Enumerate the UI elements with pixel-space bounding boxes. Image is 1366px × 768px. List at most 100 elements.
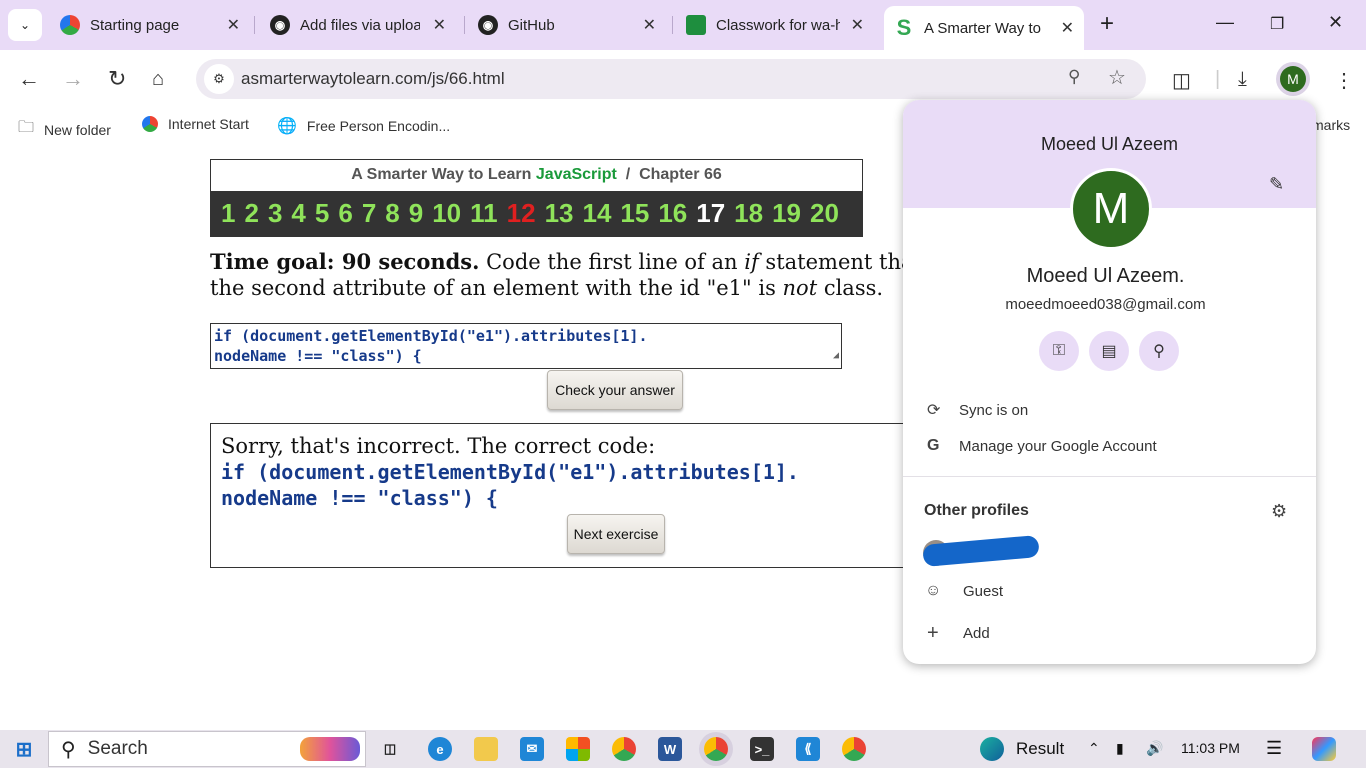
close-tab-icon[interactable]: ✕ (643, 15, 656, 35)
word-icon[interactable]: W (658, 737, 682, 761)
bookmark-internet-start[interactable]: Internet Start (142, 116, 249, 132)
tab-classwork[interactable]: Classwork for wa-h ✕ (686, 8, 864, 42)
chapter-link-4[interactable]: 4 (291, 198, 305, 229)
tab-separator (254, 16, 255, 34)
minimize-icon[interactable]: — (1216, 12, 1234, 33)
chapter-banner: A Smarter Way to Learn JavaScript / Chap… (210, 159, 863, 237)
address-bar[interactable]: ⚙ asmarterwaytolearn.com/js/66.html ⚲ ☆ (196, 59, 1146, 99)
addresses-pin-icon[interactable]: ⚲ (1139, 331, 1179, 371)
manage-account-row[interactable]: G Manage your Google Account (927, 437, 1157, 455)
chapter-link-16[interactable]: 16 (658, 198, 687, 229)
check-answer-button[interactable]: Check your answer (547, 370, 683, 410)
zoom-icon[interactable]: ⚲ (1068, 67, 1080, 87)
search-highlight-icon[interactable] (300, 737, 360, 761)
search-icon: ⚲ (61, 738, 76, 761)
toolbar-divider: | (1215, 68, 1221, 90)
site-info-icon[interactable]: ⚙ (204, 64, 234, 94)
tab-add-files[interactable]: ◉ Add files via upload ✕ (270, 8, 446, 42)
vscode-icon[interactable]: ⟪ (796, 737, 820, 761)
copilot-icon[interactable] (1312, 737, 1336, 761)
sync-icon: ⟳ (927, 402, 941, 419)
extensions-icon[interactable]: ◫ (1172, 68, 1191, 93)
close-tab-icon[interactable]: ✕ (227, 15, 240, 35)
answer-textarea[interactable]: if (document.getElementById("e1").attrib… (210, 323, 842, 369)
store-icon[interactable] (566, 737, 590, 761)
restore-icon[interactable]: ❐ (1270, 14, 1284, 34)
back-icon[interactable]: ← (18, 66, 40, 92)
weather-text[interactable]: Result (1016, 739, 1064, 759)
chapter-link-12[interactable]: 12 (507, 198, 536, 229)
close-tab-icon[interactable]: ✕ (1061, 18, 1074, 38)
download-icon[interactable]: ⤓ (1238, 68, 1247, 91)
close-window-icon[interactable]: ✕ (1328, 12, 1343, 33)
chapter-link-7[interactable]: 7 (362, 198, 376, 229)
chapter-link-2[interactable]: 2 (244, 198, 258, 229)
chapter-link-20[interactable]: 20 (810, 198, 839, 229)
tab-github[interactable]: ◉ GitHub ✕ (478, 8, 656, 42)
tab-smarter-way[interactable]: S A Smarter Way to ✕ (884, 6, 1084, 50)
close-tab-icon[interactable]: ✕ (851, 15, 864, 35)
chapter-link-10[interactable]: 10 (432, 198, 461, 229)
clock[interactable]: 11:03 PM (1181, 740, 1240, 756)
notifications-icon[interactable]: ☰ (1266, 738, 1282, 759)
bookmark-free-person[interactable]: 🌐 Free Person Encodin... (277, 116, 450, 136)
edit-pencil-icon[interactable]: ✎ (1269, 174, 1284, 195)
chapter-link-18[interactable]: 18 (734, 198, 763, 229)
chapter-link-6[interactable]: 6 (338, 198, 352, 229)
bookmark-new-folder[interactable]: 🗀 New folder (18, 116, 111, 143)
profile-menu: Moeed Ul Azeem ✎ M Moeed Ul Azeem. moeed… (903, 100, 1316, 664)
all-bookmarks[interactable]: marks (1312, 117, 1350, 133)
reload-icon[interactable]: ↻ (108, 66, 126, 92)
home-icon[interactable]: ⌂ (152, 68, 164, 91)
task-view-icon[interactable]: ◫ (378, 737, 402, 761)
volume-icon[interactable]: 🔊 (1146, 740, 1163, 757)
bookmark-star-icon[interactable]: ☆ (1108, 65, 1126, 90)
file-explorer-icon[interactable] (474, 737, 498, 761)
url-text[interactable]: asmarterwaytolearn.com/js/66.html (241, 69, 505, 89)
chapter-link-19[interactable]: 19 (772, 198, 801, 229)
globe-icon: 🌐 (277, 118, 297, 135)
chapter-link-14[interactable]: 14 (582, 198, 611, 229)
tab-starting-page[interactable]: Starting page ✕ (60, 8, 240, 42)
chapter-link-1[interactable]: 1 (221, 198, 235, 229)
profile-name: Moeed Ul Azeem (1040, 134, 1179, 154)
battery-icon[interactable]: ▮ (1116, 740, 1124, 757)
chapter-link-9[interactable]: 9 (409, 198, 423, 229)
chapter-link-3[interactable]: 3 (268, 198, 282, 229)
chapter-link-15[interactable]: 15 (620, 198, 649, 229)
profile-avatar-button[interactable]: M (1280, 66, 1306, 92)
chrome-icon[interactable] (842, 737, 866, 761)
weather-icon[interactable] (980, 737, 1004, 761)
add-profile-row[interactable]: + Add (927, 622, 990, 645)
account-full-name: Moeed Ul Azeem. (1026, 265, 1185, 287)
edge-icon[interactable]: e (428, 737, 452, 761)
passwords-key-icon[interactable]: ⚿ (1039, 331, 1079, 371)
next-exercise-button[interactable]: Next exercise (567, 514, 665, 554)
payment-card-icon[interactable]: ▤ (1089, 331, 1129, 371)
chapter-link-8[interactable]: 8 (385, 198, 399, 229)
chevron-up-icon[interactable]: ⌃ (1088, 740, 1100, 757)
sync-row[interactable]: ⟳ Sync is on (927, 400, 1028, 420)
tab-separator (464, 16, 465, 34)
chrome-active-icon[interactable] (704, 737, 728, 761)
banner-title: A Smarter Way to Learn JavaScript / Chap… (351, 166, 722, 183)
resize-handle-icon[interactable]: ◢ (833, 346, 839, 366)
tab-search-button[interactable]: ⌄ (8, 9, 42, 41)
chapter-link-11[interactable]: 11 (470, 198, 498, 229)
guest-row[interactable]: ☺ Guest (925, 582, 1003, 600)
chapter-link-13[interactable]: 13 (545, 198, 574, 229)
chapter-link-17[interactable]: 17 (696, 198, 725, 229)
plus-icon: + (927, 622, 939, 644)
terminal-icon[interactable]: >_ (750, 737, 774, 761)
guest-icon: ☺ (925, 582, 942, 599)
gear-icon[interactable]: ⚙ (1271, 501, 1287, 522)
windows-start-icon[interactable]: ⊞ (12, 737, 36, 761)
chapter-link-5[interactable]: 5 (315, 198, 329, 229)
chrome-icon[interactable] (612, 737, 636, 761)
close-tab-icon[interactable]: ✕ (433, 15, 446, 35)
mail-icon[interactable]: ✉ (520, 737, 544, 761)
exercise-instructions: Time goal: 90 seconds. Code the first li… (210, 249, 920, 300)
menu-kebab-icon[interactable]: ⋮ (1334, 68, 1354, 93)
new-tab-button[interactable]: + (1100, 10, 1114, 38)
forward-icon[interactable]: → (62, 66, 84, 92)
